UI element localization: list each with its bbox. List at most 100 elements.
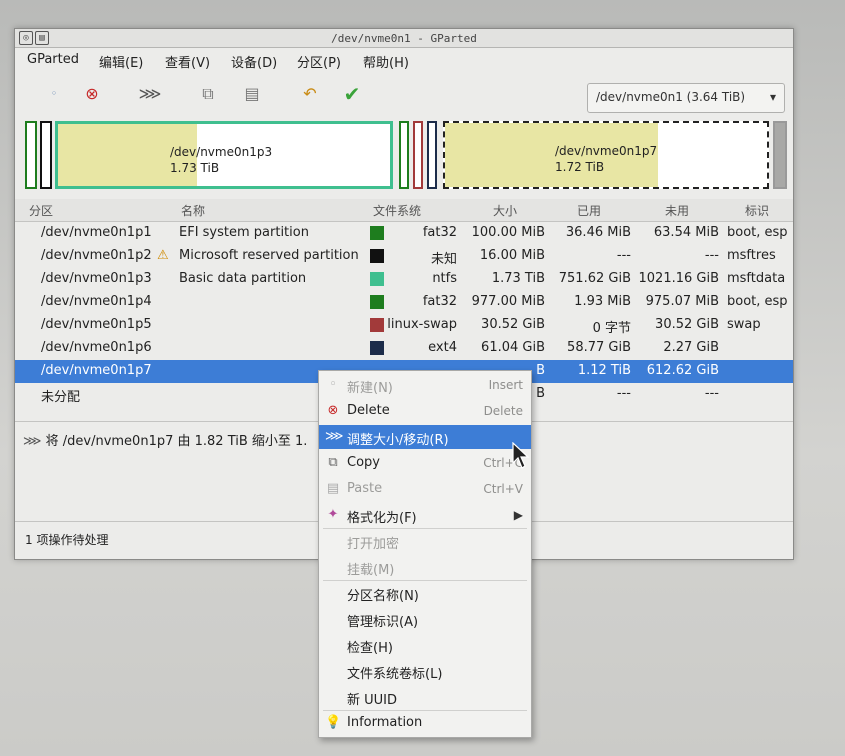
context-menu-item[interactable]: 💡 Information — [319, 711, 531, 735]
context-menu-item[interactable]: 新 UUID — [319, 685, 531, 709]
context-menu-label: 管理标识(A) — [347, 615, 419, 630]
context-menu-item[interactable]: ⋙ 调整大小/移动(R) — [319, 425, 531, 449]
context-menu-item[interactable]: 分区名称(N) — [319, 581, 531, 605]
cell-part: /dev/nvme0n1p4 — [41, 294, 152, 309]
cell-part: /dev/nvme0n1p1 — [41, 225, 152, 240]
menu-gparted[interactable]: GParted — [27, 52, 79, 67]
table-row[interactable]: /dev/nvme0n1p4 fat32 977.00 MiB 1.93 MiB 975… — [15, 291, 793, 314]
table-row[interactable]: /dev/nvme0n1p2 Microsoft reserved partiti… — [15, 245, 793, 268]
graph-p6[interactable] — [427, 121, 437, 189]
filesystem-color-swatch — [370, 249, 384, 263]
menu-partition[interactable]: 分区(P) — [297, 52, 341, 71]
cell-unused: --- — [704, 386, 719, 401]
device-selector[interactable]: /dev/nvme0n1 (3.64 TiB) ▾ — [587, 83, 785, 113]
context-menu-item[interactable]: 文件系统卷标(L) — [319, 659, 531, 683]
delete-icon[interactable]: ⊗ — [79, 81, 105, 107]
table-row[interactable]: /dev/nvme0n1p5 linux-swap 30.52 GiB 0 字节 30.… — [15, 314, 793, 337]
filesystem-color-swatch — [370, 272, 384, 286]
apply-icon[interactable]: ✔ — [339, 81, 365, 107]
context-menu-item[interactable]: ◦ 新建(N) Insert — [319, 373, 531, 397]
cell-used: 58.77 GiB — [567, 340, 631, 355]
graph-p5[interactable] — [413, 121, 423, 189]
context-menu-item[interactable]: ✦ 格式化为(F) ▶ — [319, 503, 531, 527]
cell-used: 0 字节 — [592, 321, 631, 336]
status-text: 1 项操作待处理 — [25, 533, 109, 547]
context-menu: ◦ 新建(N) Insert ⊗ Delete Delete ⋙ 调整大小/移动(R) ⧉ Cop… — [318, 370, 532, 738]
col-unused[interactable]: 未用 — [665, 202, 689, 219]
paste-icon[interactable]: ▤ — [239, 81, 265, 107]
table-row[interactable]: /dev/nvme0n1p1 EFI system partition fat32 1… — [15, 222, 793, 245]
filesystem-color-swatch — [370, 295, 384, 309]
cell-fs: ntfs — [432, 271, 457, 286]
context-menu-label: 新建(N) — [347, 381, 393, 396]
resize-move-icon: ⋙ — [23, 434, 46, 449]
cell-fs: 未知 — [430, 252, 457, 267]
context-menu-label: Copy — [347, 455, 380, 470]
context-menu-label: 打开加密 — [347, 537, 400, 552]
cell-flags: boot, esp — [727, 294, 788, 309]
context-menu-shortcut: Insert — [488, 378, 523, 392]
menu-device[interactable]: 设备(D) — [231, 52, 277, 71]
table-row[interactable]: /dev/nvme0n1p3 Basic data partition ntfs 1.… — [15, 268, 793, 291]
cell-unused: 612.62 GiB — [646, 363, 719, 378]
col-used[interactable]: 已用 — [577, 202, 601, 219]
cell-name: Microsoft reserved partition — [179, 248, 359, 263]
graph-p7[interactable]: /dev/nvme0n1p7 1.72 TiB — [443, 121, 769, 189]
menu-edit[interactable]: 编辑(E) — [99, 52, 143, 71]
cell-name: Basic data partition — [179, 271, 307, 286]
graph-p7-size: 1.72 TiB — [555, 160, 605, 174]
cell-part: 未分配 — [41, 390, 81, 405]
context-menu-shortcut: Ctrl+V — [483, 482, 523, 496]
copy-icon[interactable]: ⧉ — [195, 81, 221, 107]
context-menu-shortcut: Delete — [483, 404, 523, 418]
undo-icon[interactable]: ↶ — [297, 81, 323, 107]
graph-p2[interactable] — [40, 121, 52, 189]
cell-used: 751.62 GiB — [558, 271, 631, 286]
window-title: /dev/nvme0n1 - GParted — [331, 32, 477, 45]
graph-p3-size: 1.73 TiB — [170, 161, 220, 175]
context-menu-item[interactable]: ⊗ Delete Delete — [319, 399, 531, 423]
graph-unallocated[interactable] — [773, 121, 787, 189]
graph-p3[interactable]: /dev/nvme0n1p3 1.73 TiB — [55, 121, 393, 189]
menu-help[interactable]: 帮助(H) — [363, 52, 409, 71]
col-partition[interactable]: 分区 — [29, 202, 53, 219]
filesystem-color-swatch — [370, 341, 384, 355]
cell-size: 100.00 MiB — [471, 225, 545, 240]
title-bar: ◎ ▤ /dev/nvme0n1 - GParted — [15, 29, 793, 48]
graph-p3-name: /dev/nvme0n1p3 — [170, 145, 273, 159]
resize-move-icon[interactable]: ⋙ — [137, 81, 163, 107]
col-filesystem[interactable]: 文件系统 — [373, 202, 421, 219]
context-menu-label: Delete — [347, 403, 390, 418]
context-menu-item[interactable]: ⧉ Copy Ctrl+C — [319, 451, 531, 475]
mouse-cursor-icon — [512, 442, 530, 469]
table-row[interactable]: /dev/nvme0n1p6 ext4 61.04 GiB 58.77 GiB 2.27… — [15, 337, 793, 360]
context-menu-item[interactable]: ▤ Paste Ctrl+V — [319, 477, 531, 501]
context-menu-label: 新 UUID — [347, 693, 398, 708]
graph-p1[interactable] — [25, 121, 37, 189]
col-name[interactable]: 名称 — [181, 202, 205, 219]
context-menu-item[interactable]: 打开加密 — [319, 529, 531, 553]
context-menu-item[interactable]: 管理标识(A) — [319, 607, 531, 631]
graph-p4[interactable] — [399, 121, 409, 189]
filesystem-color-swatch — [370, 226, 384, 240]
context-menu-item[interactable]: 检查(H) — [319, 633, 531, 657]
col-flags[interactable]: 标识 — [745, 202, 769, 219]
cell-flags: swap — [727, 317, 761, 332]
cell-flags: boot, esp — [727, 225, 788, 240]
pending-operation[interactable]: ⋙ 将 /dev/nvme0n1p7 由 1.82 TiB 缩小至 1. — [23, 430, 307, 449]
cell-used: 36.46 MiB — [565, 225, 631, 240]
context-menu-label: 分区名称(N) — [347, 589, 419, 604]
context-menu-label: 文件系统卷标(L) — [347, 667, 443, 682]
cell-fs: fat32 — [422, 294, 457, 309]
cell-size: 1.73 TiB — [491, 271, 545, 286]
context-menu-item[interactable]: 挂载(M) — [319, 555, 531, 579]
cell-size: 61.04 GiB — [481, 340, 545, 355]
col-size[interactable]: 大小 — [493, 202, 517, 219]
cell-flags: msftres — [727, 248, 776, 263]
cell-part: /dev/nvme0n1p6 — [41, 340, 152, 355]
delete-icon: ⊗ — [327, 403, 339, 418]
cell-fs: linux-swap — [387, 317, 457, 332]
menu-view[interactable]: 查看(V) — [165, 52, 210, 71]
cell-unused: 975.07 MiB — [645, 294, 719, 309]
new-icon[interactable]: ◦ — [41, 81, 67, 107]
